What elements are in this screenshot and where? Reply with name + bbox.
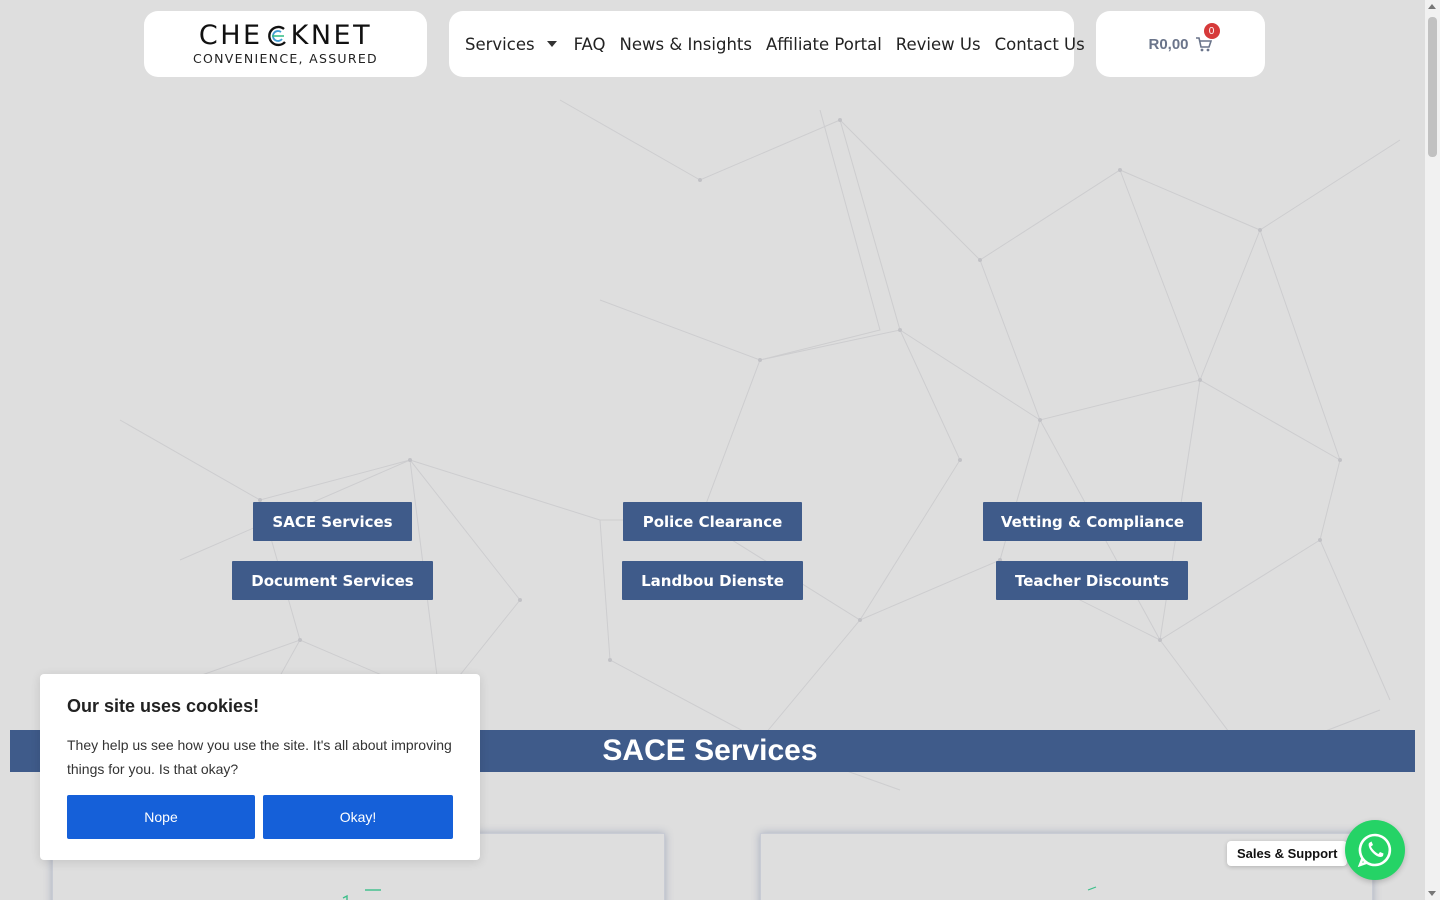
nav-affiliate-portal[interactable]: Affiliate Portal <box>766 35 882 54</box>
cart-total: R0,00 <box>1148 35 1189 53</box>
section-title: SACE Services <box>602 734 818 767</box>
cookie-accept-button[interactable]: Okay! <box>263 795 453 839</box>
police-clearance-button[interactable]: Police Clearance <box>623 502 802 541</box>
whatsapp-button[interactable] <box>1345 820 1405 880</box>
cookie-consent-dialog: Our site uses cookies! They help us see … <box>40 674 480 860</box>
scroll-down-icon[interactable] <box>1428 891 1436 896</box>
landbou-dienste-button[interactable]: Landbou Dienste <box>622 561 803 600</box>
cookie-message: They help us see how you use the site. I… <box>67 737 452 777</box>
page-scrollbar[interactable] <box>1425 0 1440 900</box>
site-logo[interactable]: CHE KNET CONVENIENCE, ASSURED <box>144 11 427 77</box>
nav-news-insights[interactable]: News & Insights <box>620 35 752 54</box>
vetting-compliance-button[interactable]: Vetting & Compliance <box>983 502 1202 541</box>
nav-review-us[interactable]: Review Us <box>896 35 981 54</box>
nav-contact-us[interactable]: Contact Us <box>995 35 1085 54</box>
nav-faq[interactable]: FAQ <box>574 35 606 54</box>
logo-wordmark: CHE KNET <box>199 22 372 50</box>
card-graphic-icon <box>342 889 381 900</box>
scrollbar-thumb[interactable] <box>1428 17 1437 157</box>
main-navigation: Services FAQ News & Insights Affiliate P… <box>449 11 1085 77</box>
cart-icon: 0 <box>1195 23 1220 53</box>
card-graphic-icon <box>1087 886 1097 891</box>
whatsapp-icon <box>1357 833 1392 868</box>
nav-services[interactable]: Services <box>465 35 560 54</box>
cart-count-badge: 0 <box>1203 23 1220 39</box>
cart-button[interactable]: R0,00 0 <box>1096 11 1265 77</box>
sace-services-button[interactable]: SACE Services <box>253 502 412 541</box>
logo-text-left: CHE <box>198 20 263 51</box>
scroll-up-icon[interactable] <box>1428 4 1436 9</box>
cookie-decline-button[interactable]: Nope <box>67 795 255 839</box>
nav-services-label: Services <box>465 34 535 54</box>
chevron-down-icon <box>546 41 557 47</box>
whatsapp-label[interactable]: Sales & Support <box>1227 841 1348 866</box>
logo-tagline: CONVENIENCE, ASSURED <box>192 51 378 66</box>
logo-swirl-icon <box>267 25 286 47</box>
cookie-actions: Nope Okay! <box>67 795 453 839</box>
document-services-button[interactable]: Document Services <box>232 561 433 600</box>
cookie-title: Our site uses cookies! <box>67 696 260 716</box>
logo-text-right: KNET <box>290 20 373 51</box>
teacher-discounts-button[interactable]: Teacher Discounts <box>996 561 1188 600</box>
